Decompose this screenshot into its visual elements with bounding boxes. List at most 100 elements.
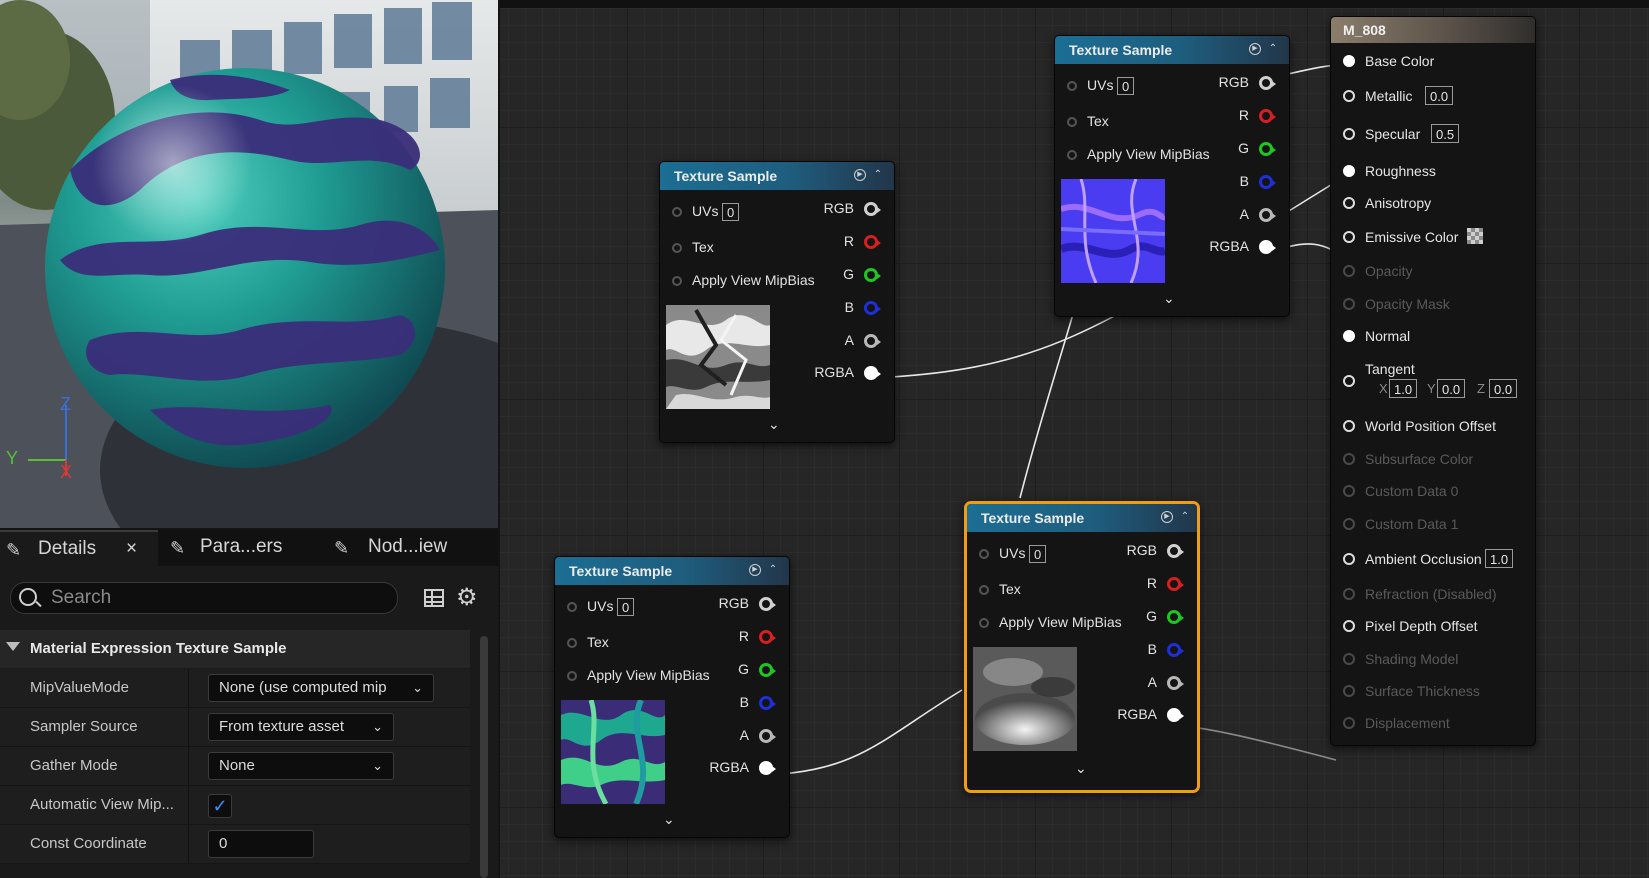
r-output-pin[interactable] [759,630,776,644]
collapse-chevron-up-icon[interactable]: ⌃ [1179,511,1191,523]
b-output-pin[interactable] [1167,643,1184,657]
ambient-occlusion-value[interactable]: 1.0 [1485,549,1514,568]
material-result-node[interactable]: M_808 Base Color Metallic 0.0 Specular 0… [1330,16,1536,746]
rgb-output-pin[interactable] [1259,76,1276,90]
shading-model-pin[interactable] [1343,653,1355,665]
details-scrollbar[interactable] [480,636,488,878]
rgb-output-pin[interactable] [864,202,881,216]
table-view-icon[interactable] [424,589,444,607]
automatic-view-mip-checkbox[interactable]: ✓ [208,794,232,818]
uvs-input-pin[interactable] [979,549,989,559]
a-output-pin[interactable] [1167,676,1184,690]
rgb-output-pin[interactable] [759,597,776,611]
g-output-pin[interactable] [759,663,776,677]
uvs-value[interactable]: 0 [1117,77,1135,95]
custom-data-1-pin[interactable] [1343,518,1355,530]
b-output-pin[interactable] [864,301,881,315]
rgba-output-pin[interactable] [1167,708,1184,722]
sampler-source-dropdown[interactable]: From texture asset ⌄ [208,713,394,741]
base-color-pin[interactable] [1343,55,1355,67]
tangent-z-value[interactable]: 0.0 [1489,379,1518,398]
mipbias-input-pin[interactable] [979,618,989,628]
result-node-header[interactable]: M_808 [1331,17,1535,43]
preview-play-icon[interactable]: ▶ [749,564,761,576]
uvs-input-pin[interactable] [567,602,577,612]
emissive-color-swatch[interactable] [1467,228,1483,244]
node-header[interactable]: Texture Sample ▶ ⌃ [555,557,789,585]
world-position-offset-pin[interactable] [1343,420,1355,432]
r-output-pin[interactable] [1167,577,1184,591]
rgba-output-pin[interactable] [759,761,776,775]
mipbias-input-pin[interactable] [672,276,682,286]
expand-chevron-down-icon[interactable]: ⌄ [768,416,780,433]
custom-data-0-pin[interactable] [1343,485,1355,497]
texture-sample-node-selected[interactable]: Texture Sample ▶ ⌃ UVs 0 Tex Apply View … [964,501,1200,793]
a-output-pin[interactable] [1259,208,1276,222]
tex-input-pin[interactable] [672,243,682,253]
metallic-value[interactable]: 0.0 [1425,86,1454,105]
b-output-pin[interactable] [759,696,776,710]
category-header[interactable]: Material Expression Texture Sample [0,630,470,668]
collapse-chevron-up-icon[interactable]: ⌃ [1267,43,1279,55]
g-output-pin[interactable] [1259,142,1276,156]
uvs-value[interactable]: 0 [1029,545,1047,563]
collapse-chevron-up-icon[interactable]: ⌃ [872,169,884,181]
emissive-color-pin[interactable] [1343,231,1355,243]
uvs-value[interactable]: 0 [617,598,635,616]
tex-input-pin[interactable] [1067,117,1077,127]
tex-input-pin[interactable] [979,585,989,595]
collapse-chevron-up-icon[interactable]: ⌃ [767,564,779,576]
expand-chevron-down-icon[interactable]: ⌄ [1075,760,1087,777]
mip-value-mode-dropdown[interactable]: None (use computed mip ⌄ [208,674,434,702]
preview-play-icon[interactable]: ▶ [854,169,866,181]
texture-sample-node-normal[interactable]: Texture Sample ▶ ⌃ UVs 0 Tex Apply View … [1054,35,1290,317]
node-header[interactable]: Texture Sample ▶ ⌃ [967,504,1197,532]
uvs-value[interactable]: 0 [722,203,740,221]
mipbias-input-pin[interactable] [567,671,577,681]
texture-sample-node-grayscale[interactable]: Texture Sample ▶ ⌃ UVs 0 Tex Apply View … [659,161,895,443]
metallic-pin[interactable] [1343,90,1355,102]
uvs-input-pin[interactable] [1067,81,1077,91]
anisotropy-pin[interactable] [1343,197,1355,209]
normal-pin[interactable] [1343,330,1355,342]
search-input[interactable]: Search [10,582,398,614]
b-output-pin[interactable] [1259,175,1276,189]
refraction-pin[interactable] [1343,588,1355,600]
gear-icon[interactable]: ⚙ [456,583,478,612]
tab-parameters[interactable]: ✎ Para...ers [170,530,320,566]
a-output-pin[interactable] [864,334,881,348]
opacity-mask-pin[interactable] [1343,298,1355,310]
tangent-x-value[interactable]: 1.0 [1389,379,1418,398]
specular-value[interactable]: 0.5 [1431,124,1460,143]
node-header[interactable]: Texture Sample ▶ ⌃ [660,162,894,190]
gather-mode-dropdown[interactable]: None ⌄ [208,752,394,780]
expand-chevron-down-icon[interactable]: ⌄ [663,811,675,828]
uvs-input-pin[interactable] [672,207,682,217]
g-output-pin[interactable] [1167,610,1184,624]
tab-details[interactable]: ✎ Details × [0,530,158,568]
tab-node-preview[interactable]: ✎ Nod...iew [334,530,484,566]
material-preview-viewport[interactable]: Z Y X [0,0,498,528]
g-output-pin[interactable] [864,268,881,282]
material-graph-canvas[interactable]: Texture Sample ▶ ⌃ UVs 0 Tex Apply View … [500,0,1649,878]
specular-pin[interactable] [1343,128,1355,140]
surface-thickness-pin[interactable] [1343,685,1355,697]
expand-chevron-down-icon[interactable]: ⌄ [1163,290,1175,307]
r-output-pin[interactable] [1259,109,1276,123]
node-header[interactable]: Texture Sample ▶ ⌃ [1055,36,1289,64]
pixel-depth-offset-pin[interactable] [1343,620,1355,632]
subsurface-color-pin[interactable] [1343,453,1355,465]
preview-play-icon[interactable]: ▶ [1161,511,1173,523]
opacity-pin[interactable] [1343,265,1355,277]
rgba-output-pin[interactable] [1259,240,1276,254]
preview-play-icon[interactable]: ▶ [1249,43,1261,55]
tangent-pin[interactable] [1343,375,1355,387]
const-coordinate-field[interactable]: 0 [208,830,314,858]
a-output-pin[interactable] [759,729,776,743]
ambient-occlusion-pin[interactable] [1343,553,1355,565]
close-icon[interactable]: × [126,532,137,566]
tex-input-pin[interactable] [567,638,577,648]
tangent-y-value[interactable]: 0.0 [1437,379,1466,398]
r-output-pin[interactable] [864,235,881,249]
rgba-output-pin[interactable] [864,366,881,380]
